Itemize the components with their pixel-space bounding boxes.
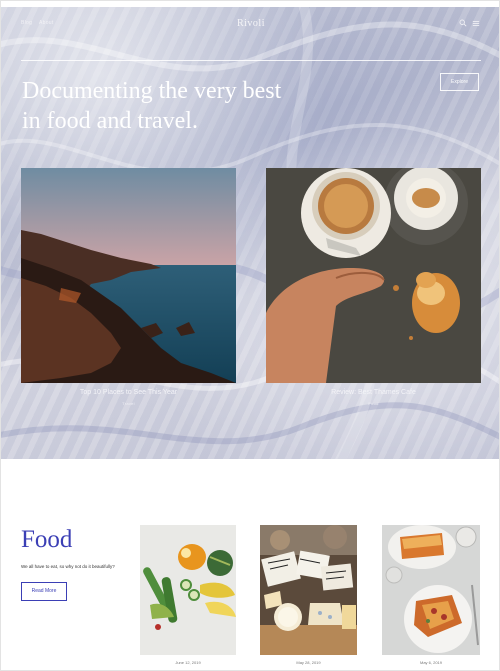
- hero-divider: [21, 60, 481, 61]
- brand-logo[interactable]: Rivoli: [1, 18, 499, 29]
- food-section-description: We all have to eat, so why not do it bea…: [21, 564, 115, 569]
- featured-image-coastline[interactable]: [21, 168, 236, 383]
- top-nav: Blog About Rivoli: [1, 7, 499, 37]
- featured-category-1: Travel: [122, 401, 135, 406]
- food-post-image-1[interactable]: [140, 525, 236, 655]
- food-post-image-3[interactable]: [382, 525, 480, 655]
- food-post-date-1: June 12, 2019: [175, 660, 201, 665]
- featured-title-2[interactable]: Review: Best Thames Cafe: [266, 389, 481, 396]
- hero-section: Blog About Rivoli Documenting the very b…: [1, 7, 499, 459]
- featured-title-1[interactable]: Top 10 Places to See This Year: [21, 389, 236, 396]
- featured-image-coffee[interactable]: [266, 168, 481, 383]
- read-more-button[interactable]: Read More: [21, 582, 67, 601]
- hero-headline-line1: Documenting the very best: [22, 78, 282, 104]
- featured-category-2: Food: [368, 401, 379, 406]
- hero-headline: Documenting the very best in food and tr…: [22, 76, 352, 136]
- food-post-date-3: May 6, 2019: [419, 660, 442, 665]
- menu-icon[interactable]: [472, 19, 480, 27]
- page: Blog About Rivoli Documenting the very b…: [0, 0, 500, 671]
- food-post-date-2: May 28, 2019: [296, 660, 321, 665]
- food-section-title: Food: [21, 526, 73, 553]
- search-icon[interactable]: [459, 19, 467, 27]
- explore-button[interactable]: Explore: [440, 73, 479, 91]
- food-post-image-2[interactable]: [260, 525, 357, 655]
- hero-headline-line2: in food and travel.: [22, 108, 198, 134]
